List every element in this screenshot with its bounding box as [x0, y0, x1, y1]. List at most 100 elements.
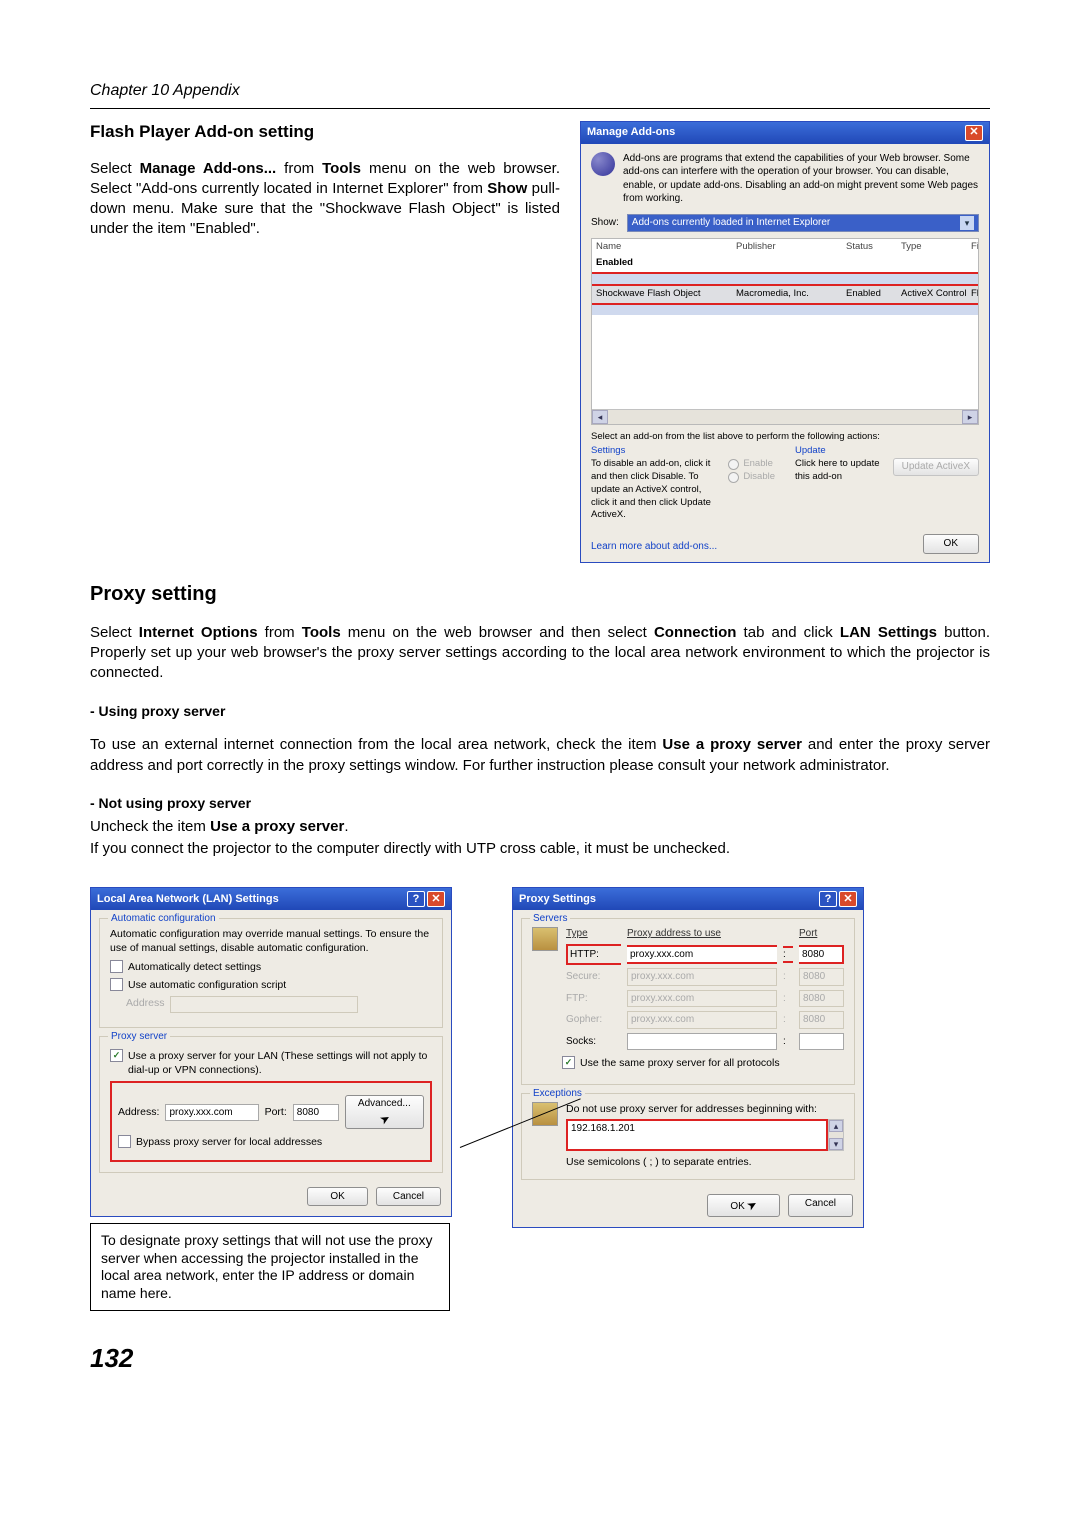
socks-address-input[interactable]	[627, 1033, 777, 1050]
http-port-input[interactable]: 8080	[799, 945, 844, 965]
radio-icon	[728, 459, 739, 470]
t: Select	[90, 624, 139, 641]
gopher-label: Gopher:	[566, 1013, 621, 1027]
help-icon[interactable]: ?	[819, 891, 837, 907]
ok-button[interactable]: OK	[923, 534, 979, 554]
not-using-proxy-head: - Not using proxy server	[90, 794, 990, 813]
checkbox-icon	[110, 960, 123, 973]
addons-list[interactable]: Name Publisher Status Type File Enabled …	[591, 238, 979, 425]
t: Uncheck the item	[90, 818, 210, 835]
t: Internet Options	[139, 624, 258, 641]
t: Tools	[322, 160, 361, 177]
ftp-port-input: 8080	[799, 990, 844, 1008]
scrollbar-horizontal[interactable]: ◂ ▸	[592, 409, 978, 424]
exceptions-input[interactable]: 192.168.1.201	[566, 1119, 828, 1151]
auto-detect-label: Automatically detect settings	[128, 960, 261, 974]
servers-legend: Servers	[530, 912, 570, 926]
col-status[interactable]: Status	[846, 241, 901, 254]
t: Use a proxy server	[662, 736, 802, 753]
cell-name: Shockwave Flash Object	[596, 288, 736, 301]
t: .	[344, 818, 348, 835]
not-using-proxy-text: Uncheck the item Use a proxy server.	[90, 817, 990, 837]
checkbox-icon: ✓	[562, 1056, 575, 1069]
lan-settings-dialog: Local Area Network (LAN) Settings ? ✕ Au…	[90, 887, 452, 1217]
update-text: Click here to update this add-on	[795, 458, 885, 484]
proxy-intro: Select Internet Options from Tools menu …	[90, 623, 990, 684]
gear-icon	[591, 152, 615, 176]
group-enabled: Enabled	[592, 255, 978, 272]
chapter-header: Chapter 10 Appendix	[90, 80, 990, 102]
gopher-port-input: 8080	[799, 1011, 844, 1029]
proxy-server-group: Proxy server ✓Use a proxy server for you…	[99, 1036, 443, 1173]
col-type[interactable]: Type	[901, 241, 971, 254]
t: Select	[90, 160, 140, 177]
cancel-button[interactable]: Cancel	[788, 1194, 853, 1217]
col-file[interactable]: File	[971, 241, 979, 254]
auto-config-legend: Automatic configuration	[108, 912, 219, 926]
show-dropdown[interactable]: Add-ons currently loaded in Internet Exp…	[627, 214, 979, 232]
auto-config-text: Automatic configuration may override man…	[110, 927, 432, 955]
use-proxy-label: Use a proxy server for your LAN (These s…	[128, 1049, 432, 1077]
auto-detect-checkbox[interactable]: Automatically detect settings	[110, 960, 432, 974]
learn-more-link[interactable]: Learn more about add-ons...	[591, 540, 717, 554]
bypass-checkbox[interactable]: Bypass proxy server for local addresses	[118, 1135, 424, 1149]
address2-label: Address:	[118, 1105, 159, 1119]
chevron-down-icon[interactable]: ▾	[960, 216, 974, 230]
list-row[interactable]: Shockwave Flash Object Macromedia, Inc. …	[592, 286, 978, 303]
close-icon[interactable]: ✕	[427, 891, 445, 907]
cell-status: Enabled	[846, 288, 901, 301]
http-address-input[interactable]: proxy.xxx.com	[627, 945, 777, 965]
scroll-left-icon[interactable]: ◂	[592, 410, 608, 424]
exceptions-group: Exceptions Do not use proxy server for a…	[521, 1093, 855, 1180]
t: Manage Add-ons...	[140, 160, 277, 177]
cancel-button[interactable]: Cancel	[376, 1187, 441, 1207]
bypass-label: Bypass proxy server for local addresses	[136, 1135, 322, 1149]
proxy-heading: Proxy setting	[90, 581, 990, 608]
ok-button[interactable]: OK➤	[707, 1194, 780, 1217]
proxy-address-input[interactable]: proxy.xxx.com	[165, 1104, 258, 1122]
advanced-button[interactable]: Advanced...➤	[345, 1095, 424, 1129]
dialog-titlebar[interactable]: Proxy Settings ? ✕	[513, 888, 863, 910]
socks-port-input[interactable]	[799, 1033, 844, 1050]
update-activex-button[interactable]: Update ActiveX	[893, 458, 979, 476]
dialog-titlebar[interactable]: Manage Add-ons ✕	[581, 122, 989, 144]
settings-head: Settings	[591, 445, 775, 458]
disable-radio[interactable]: Disable	[728, 471, 775, 484]
header-rule	[90, 108, 990, 109]
col-publisher[interactable]: Publisher	[736, 241, 846, 254]
colon: :	[783, 946, 793, 964]
auto-script-checkbox[interactable]: Use automatic configuration script	[110, 978, 432, 992]
use-proxy-checkbox[interactable]: ✓Use a proxy server for your LAN (These …	[110, 1049, 432, 1077]
proxy-port-input[interactable]: 8080	[293, 1104, 339, 1122]
scroll-right-icon[interactable]: ▸	[962, 410, 978, 424]
help-icon[interactable]: ?	[407, 891, 425, 907]
col-name[interactable]: Name	[596, 241, 736, 254]
gopher-address-input: proxy.xxx.com	[627, 1011, 777, 1029]
col-port: Port	[799, 927, 844, 941]
col-address: Proxy address to use	[627, 927, 777, 941]
ftp-label: FTP:	[566, 992, 621, 1006]
auto-config-group: Automatic configuration Automatic config…	[99, 918, 443, 1028]
flash-paragraph: Select Manage Add-ons... from Tools menu…	[90, 159, 560, 240]
cursor-icon: ➤	[743, 1196, 760, 1215]
highlight-top	[592, 272, 978, 286]
list-header: Name Publisher Status Type File	[592, 239, 978, 256]
advanced-label: Advanced...	[358, 1098, 411, 1109]
proxy-server-legend: Proxy server	[108, 1030, 170, 1044]
enable-radio[interactable]: Enable	[728, 458, 775, 471]
semicolons-text: Use semicolons ( ; ) to separate entries…	[566, 1155, 844, 1169]
exceptions-text: Do not use proxy server for addresses be…	[566, 1102, 844, 1116]
checkbox-icon	[118, 1135, 131, 1148]
select-addon-text: Select an add-on from the list above to …	[591, 431, 979, 444]
scroll-down-icon[interactable]: ▾	[829, 1138, 843, 1150]
using-proxy-text: To use an external internet connection f…	[90, 735, 990, 776]
servers-icon	[532, 927, 558, 951]
close-icon[interactable]: ✕	[839, 891, 857, 907]
dialog-titlebar[interactable]: Local Area Network (LAN) Settings ? ✕	[91, 888, 451, 910]
close-icon[interactable]: ✕	[965, 125, 983, 141]
same-proxy-checkbox[interactable]: ✓ Use the same proxy server for all prot…	[562, 1056, 844, 1070]
cell-type: ActiveX Control	[901, 288, 971, 301]
scroll-up-icon[interactable]: ▴	[829, 1120, 843, 1132]
servers-group: Servers Type Proxy address to use Port H…	[521, 918, 855, 1085]
ok-button[interactable]: OK	[307, 1187, 367, 1207]
